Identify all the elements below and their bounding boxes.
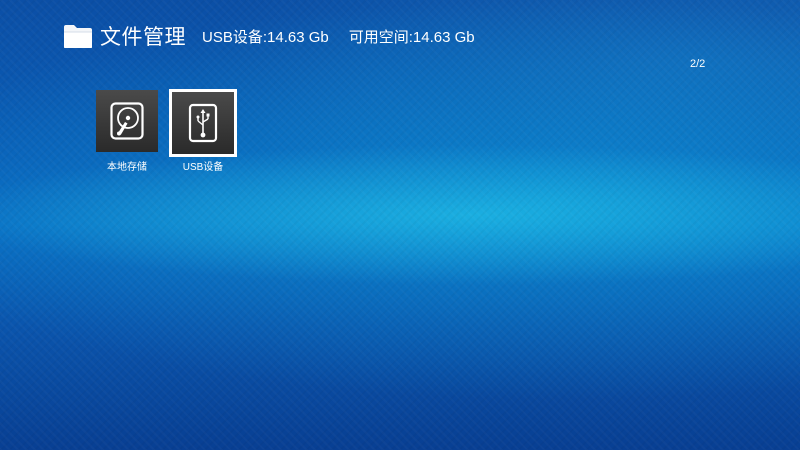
hard-disk-icon (110, 102, 144, 140)
device-label-usb: USB设备 (182, 162, 224, 173)
app-title: 文件管理 (100, 25, 186, 49)
device-label-local-storage: 本地存储 (107, 162, 147, 173)
app-header: 文件管理 USB设备:14.63 Gb 可用空间:14.63 Gb (63, 20, 475, 52)
device-tile-box-selected (169, 89, 237, 157)
device-tile-box (96, 90, 158, 152)
background-texture (0, 0, 800, 450)
folder-icon (64, 25, 92, 48)
usb-capacity-text: USB设备:14.63 Gb (202, 28, 329, 46)
device-tile-usb[interactable]: USB设备 (169, 89, 237, 173)
free-space-text: 可用空间:14.63 Gb (348, 28, 475, 46)
usb-drive-icon (188, 103, 218, 143)
page-indicator: 2/2 (690, 58, 706, 70)
device-tile-local-storage[interactable]: 本地存储 (93, 90, 161, 173)
